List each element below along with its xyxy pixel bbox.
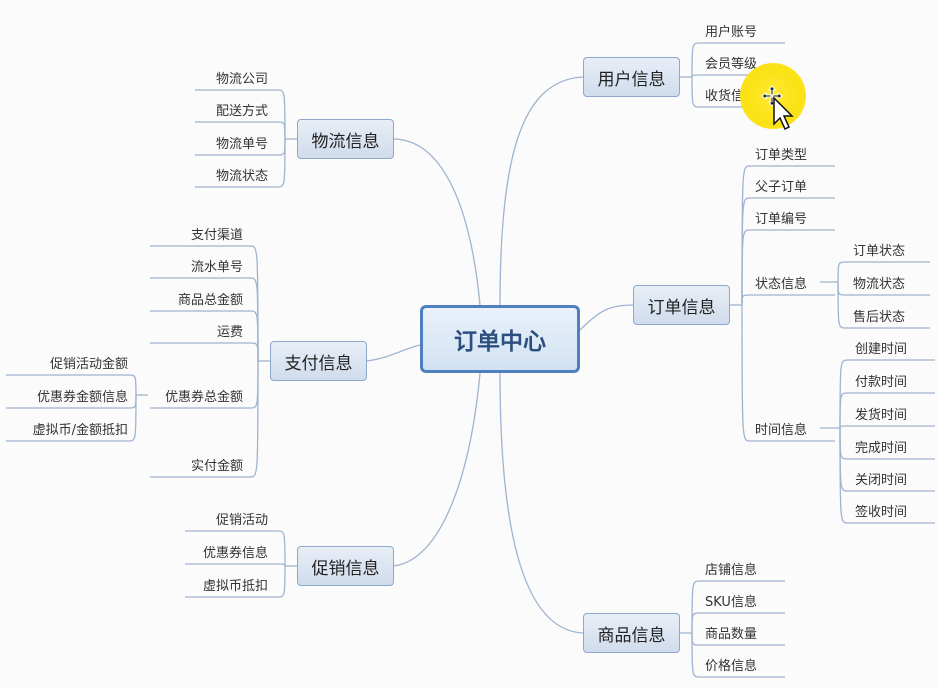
leaf-user-account[interactable]: 用户账号 [703,17,783,43]
leaf-pay-time[interactable]: 付款时间 [853,367,933,393]
connector-line-5 [393,372,481,567]
connector-line-47 [691,612,701,634]
leaf-logistics-state[interactable]: 物流状态 [190,161,270,187]
branch-promo-info[interactable]: 促销信息 [297,546,394,586]
connector-line-38 [839,427,849,460]
mind-map: 订单中心 用户信息 用户账号 会员等级 收货信息 订单信息 订单类型 父子订单 … [0,0,938,688]
branch-payment-info[interactable]: 支付信息 [270,341,367,381]
leaf-sign-time[interactable]: 签收时间 [853,497,933,523]
connector-line-45 [691,580,701,634]
leaf-sku-info[interactable]: SKU信息 [703,587,783,613]
branch-user-info[interactable]: 用户信息 [583,57,680,97]
connector-line-73 [249,360,259,478]
leaf-actual-paid[interactable]: 实付金额 [145,451,245,477]
connector-line-42 [839,427,849,524]
connector-line-16 [741,197,751,306]
connector-line-29 [837,281,847,329]
leaf-price-info[interactable]: 价格信息 [703,651,783,677]
connector-line-54 [276,89,286,140]
connector-line-22 [741,304,751,442]
connector-line-83 [276,530,286,567]
leaf-aftersale-status[interactable]: 售后状态 [851,302,931,328]
connector-line-0 [499,76,584,306]
connector-line-58 [276,138,286,156]
connector-line-60 [276,138,286,188]
branch-goods-info[interactable]: 商品信息 [583,613,680,653]
leaf-delivery-method[interactable]: 配送方式 [190,96,270,122]
leaf-freight[interactable]: 运费 [145,317,245,343]
connector-line-7 [691,42,701,78]
leaf-order-type[interactable]: 订单类型 [753,140,833,166]
connector-line-85 [276,563,286,567]
leaf-order-number[interactable]: 订单编号 [753,204,833,230]
connector-line-18 [741,229,751,306]
connector-line-11 [691,76,701,108]
leaf-close-time[interactable]: 关闭时间 [853,465,933,491]
leaf-virtual-coin-deduct[interactable]: 虚拟币/金额抵扣 [6,415,130,441]
leaf-virtual-coin[interactable]: 虚拟币抵扣 [180,571,270,597]
connector-line-1 [579,304,634,331]
leaf-shop-info[interactable]: 店铺信息 [703,555,783,581]
leaf-logistics-company[interactable]: 物流公司 [190,64,270,90]
leaf-coupon-total[interactable]: 优惠券总金额 [145,382,245,408]
leaf-complete-time[interactable]: 完成时间 [853,433,933,459]
connector-line-3 [393,138,481,306]
connector-line-27 [837,281,847,296]
leaf-pay-channel[interactable]: 支付渠道 [145,220,245,246]
connector-line-56 [276,121,286,140]
connector-line-49 [691,632,701,646]
leaf-logistics-status[interactable]: 物流状态 [851,269,931,295]
connector-line-2 [499,372,584,634]
leaf-create-time[interactable]: 创建时间 [853,334,933,360]
branch-order-info[interactable]: 订单信息 [633,285,730,325]
connector-line-71 [249,360,259,409]
leaf-promo-amount[interactable]: 促销活动金额 [6,349,130,375]
leaf-serial-number[interactable]: 流水单号 [145,252,245,278]
branch-logistics-info[interactable]: 物流信息 [297,119,394,159]
connector-line-20 [741,294,751,306]
leaf-time-info[interactable]: 时间信息 [753,415,833,441]
leaf-goods-total[interactable]: 商品总金额 [145,285,245,311]
leaf-promo-activity[interactable]: 促销活动 [180,505,270,531]
leaf-logistics-number[interactable]: 物流单号 [190,129,270,155]
leaf-parent-child-order[interactable]: 父子订单 [753,172,833,198]
connector-line-25 [837,261,847,283]
leaf-coupon-info[interactable]: 优惠券信息 [180,538,270,564]
leaf-coupon-amount-info[interactable]: 优惠券金额信息 [6,382,130,408]
connector-line-34 [839,392,849,429]
leaf-order-status[interactable]: 订单状态 [851,236,931,262]
leaf-ship-time[interactable]: 发货时间 [853,400,933,426]
connector-line-87 [276,565,286,598]
connector-line-69 [249,342,259,362]
root-node[interactable]: 订单中心 [420,305,580,373]
leaf-goods-quantity[interactable]: 商品数量 [703,619,783,645]
connector-line-67 [249,310,259,362]
connector-line-36 [839,425,849,429]
leaf-status-info[interactable]: 状态信息 [753,269,833,295]
connector-line-9 [691,74,701,78]
connector-line-4 [366,344,421,362]
move-cursor-icon [761,85,794,131]
connector-line-51 [691,632,701,678]
